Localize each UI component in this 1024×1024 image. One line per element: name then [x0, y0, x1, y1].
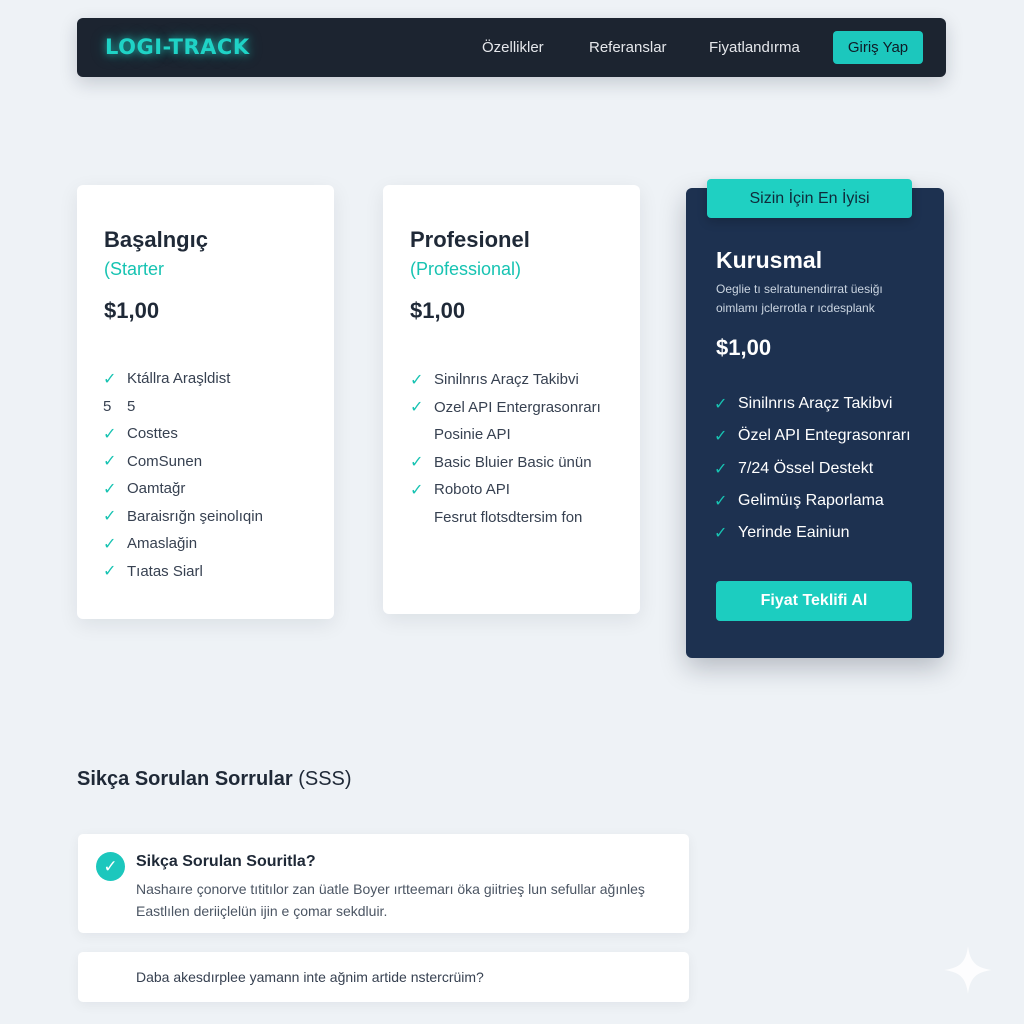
feature-item: ✓ ComSunen — [103, 448, 263, 476]
feature-text: Costtes — [127, 425, 178, 443]
nav-link-features[interactable]: Özellikler — [482, 39, 544, 56]
feature-item: 55 — [103, 393, 263, 421]
feature-text: Oamtağr — [127, 480, 186, 498]
feature-list: ✓ Sinilnrıs Araçz Takibvi ✓ Ozel API Enter… — [410, 366, 601, 531]
check-icon: ✓ — [103, 453, 117, 471]
check-icon: ✓ — [410, 481, 424, 499]
feature-text: Amaslağin — [127, 535, 198, 553]
feature-item: ✓ Ktállra Araşldist — [103, 365, 263, 393]
feature-list: ✓ Ktállra Araşldist 55 ✓ Costtes ✓ ComSunen… — [103, 365, 263, 585]
check-icon: ✓ — [714, 460, 728, 478]
best-for-you-badge: Sizin İçin En İyisi — [707, 179, 912, 218]
feature-item: ✓ Roboto API — [410, 476, 601, 504]
check-icon: ✓ — [714, 525, 728, 543]
check-icon: ✓ — [410, 371, 424, 389]
check-icon: ✓ — [103, 425, 117, 443]
nav-link-references[interactable]: Referanslar — [589, 39, 667, 56]
feature-text: ComSunen — [127, 452, 203, 470]
feature-item: ✓ Özel API Entegrasonrarı — [714, 420, 911, 452]
feature-text: Baraisrığn şeinolıqin — [127, 507, 263, 525]
login-button[interactable]: Giriş Yap — [833, 31, 923, 64]
feature-text: Gelimüış Raporlama — [738, 492, 884, 510]
sparkle-icon — [944, 946, 992, 994]
feature-text: 5 — [127, 397, 136, 415]
check-icon: ✓ — [103, 563, 117, 581]
check-icon: ✓ — [714, 396, 728, 414]
plan-subtitle: (Professional) — [410, 259, 522, 279]
feature-text: Fesrut flotsdtersim fon — [434, 508, 583, 526]
faq-question[interactable]: Daba akesdırplee yamann inte ağnim artid… — [136, 969, 484, 985]
top-navbar: LOGI-TRACK Özellikler Referanslar Fiyatl… — [77, 18, 946, 77]
feature-item: ✓ Yerinde Eainiun — [714, 517, 911, 549]
faq-title-suffix: (SSS) — [292, 768, 352, 790]
feature-item: Posinie API — [410, 421, 601, 449]
check-icon: ✓ — [714, 493, 728, 511]
feature-text: Sinilnrıs Araçz Takibvi — [738, 395, 893, 413]
feature-item: ✓ Costtes — [103, 420, 263, 448]
feature-text: 7/24 Össel Destekt — [738, 459, 874, 477]
plan-description: Oeglie tı selratunendirrat üesiğı oimlam… — [716, 282, 883, 315]
plan-price: $1,00 — [716, 335, 772, 360]
check-icon: ✓ — [410, 399, 424, 417]
feature-text: Ktállra Araşldist — [127, 370, 231, 388]
feature-item: ✓ Baraisrığn şeinolıqin — [103, 503, 263, 531]
nav-link-pricing[interactable]: Fiyatlandırma — [709, 39, 800, 56]
check-icon: ✓ — [103, 535, 117, 553]
feature-text: Tıatas Siarl — [127, 562, 203, 580]
faq-item-collapsed[interactable]: Daba akesdırplee yamann inte ağnim artid… — [78, 952, 689, 1002]
plan-name: Profesionel — [410, 227, 530, 252]
feature-text: Sinilnrıs Araçz Takibvi — [434, 371, 579, 389]
feature-number-marker: 5 — [103, 397, 112, 415]
plan-price: $1,00 — [104, 298, 160, 323]
faq-title-main: Sikça Sorulan Sorrular — [77, 768, 293, 790]
feature-text: Roboto API — [434, 481, 510, 499]
feature-item: ✓ Sinilnrıs Araçz Takibvi — [714, 388, 911, 420]
faq-item-expanded[interactable]: ✓ Sikça Sorulan Souritla? Nashaıre çonor… — [78, 834, 689, 933]
logo[interactable]: LOGI-TRACK — [105, 35, 250, 59]
faq-title: Sikça Sorulan Sorrular (SSS) — [77, 768, 352, 791]
plan-name: Kurusmal — [716, 247, 823, 273]
check-icon: ✓ — [103, 480, 117, 498]
check-icon: ✓ — [410, 454, 424, 472]
check-icon: ✓ — [103, 508, 117, 526]
plan-price: $1,00 — [410, 298, 466, 323]
feature-item: ✓ Oamtağr — [103, 475, 263, 503]
check-circle-icon: ✓ — [96, 852, 125, 881]
feature-text: Basic Bluier Basic ünün — [434, 453, 592, 471]
check-icon: ✓ — [714, 428, 728, 446]
feature-item: ✓ Ozel API Entergrasonrarı — [410, 394, 601, 422]
feature-item: ✓ Basic Bluier Basic ünün — [410, 449, 601, 477]
faq-answer: Nashaıre çonorve tıtitılor zan üatle Boy… — [136, 881, 645, 919]
feature-item: ✓ Sinilnrıs Araçz Takibvi — [410, 366, 601, 394]
feature-item: ✓ Gelimüış Raporlama — [714, 485, 911, 517]
feature-list: ✓ Sinilnrıs Araçz Takibvi ✓ Özel API Enteg… — [714, 388, 911, 549]
pricing-card-professional: Profesionel (Professional) $1,00 ✓ Siniln… — [383, 185, 640, 614]
feature-item: ✓ 7/24 Össel Destekt — [714, 453, 911, 485]
plan-name: Başalngıç — [104, 227, 208, 252]
get-quote-button[interactable]: Fiyat Teklifi Al — [716, 581, 912, 621]
feature-text: Özel API Entegrasonrarı — [738, 427, 911, 445]
check-icon: ✓ — [103, 370, 117, 388]
feature-text: Yerinde Eainiun — [738, 524, 850, 542]
feature-item: ✓ Amaslağin — [103, 530, 263, 558]
feature-item: ✓ Tıatas Siarl — [103, 558, 263, 586]
plan-subtitle: (Starter — [104, 259, 165, 279]
feature-text: Posinie API — [434, 426, 511, 444]
pricing-card-starter: Başalngıç (Starter $1,00 ✓ Ktállra Araşld… — [77, 185, 334, 619]
pricing-card-enterprise: Kurusmal Oeglie tı selratunendirrat üesi… — [686, 188, 944, 658]
feature-text: Ozel API Entergrasonrarı — [434, 398, 601, 416]
faq-question[interactable]: Sikça Sorulan Souritla? — [136, 853, 316, 871]
feature-item: Fesrut flotsdtersim fon — [410, 504, 601, 532]
